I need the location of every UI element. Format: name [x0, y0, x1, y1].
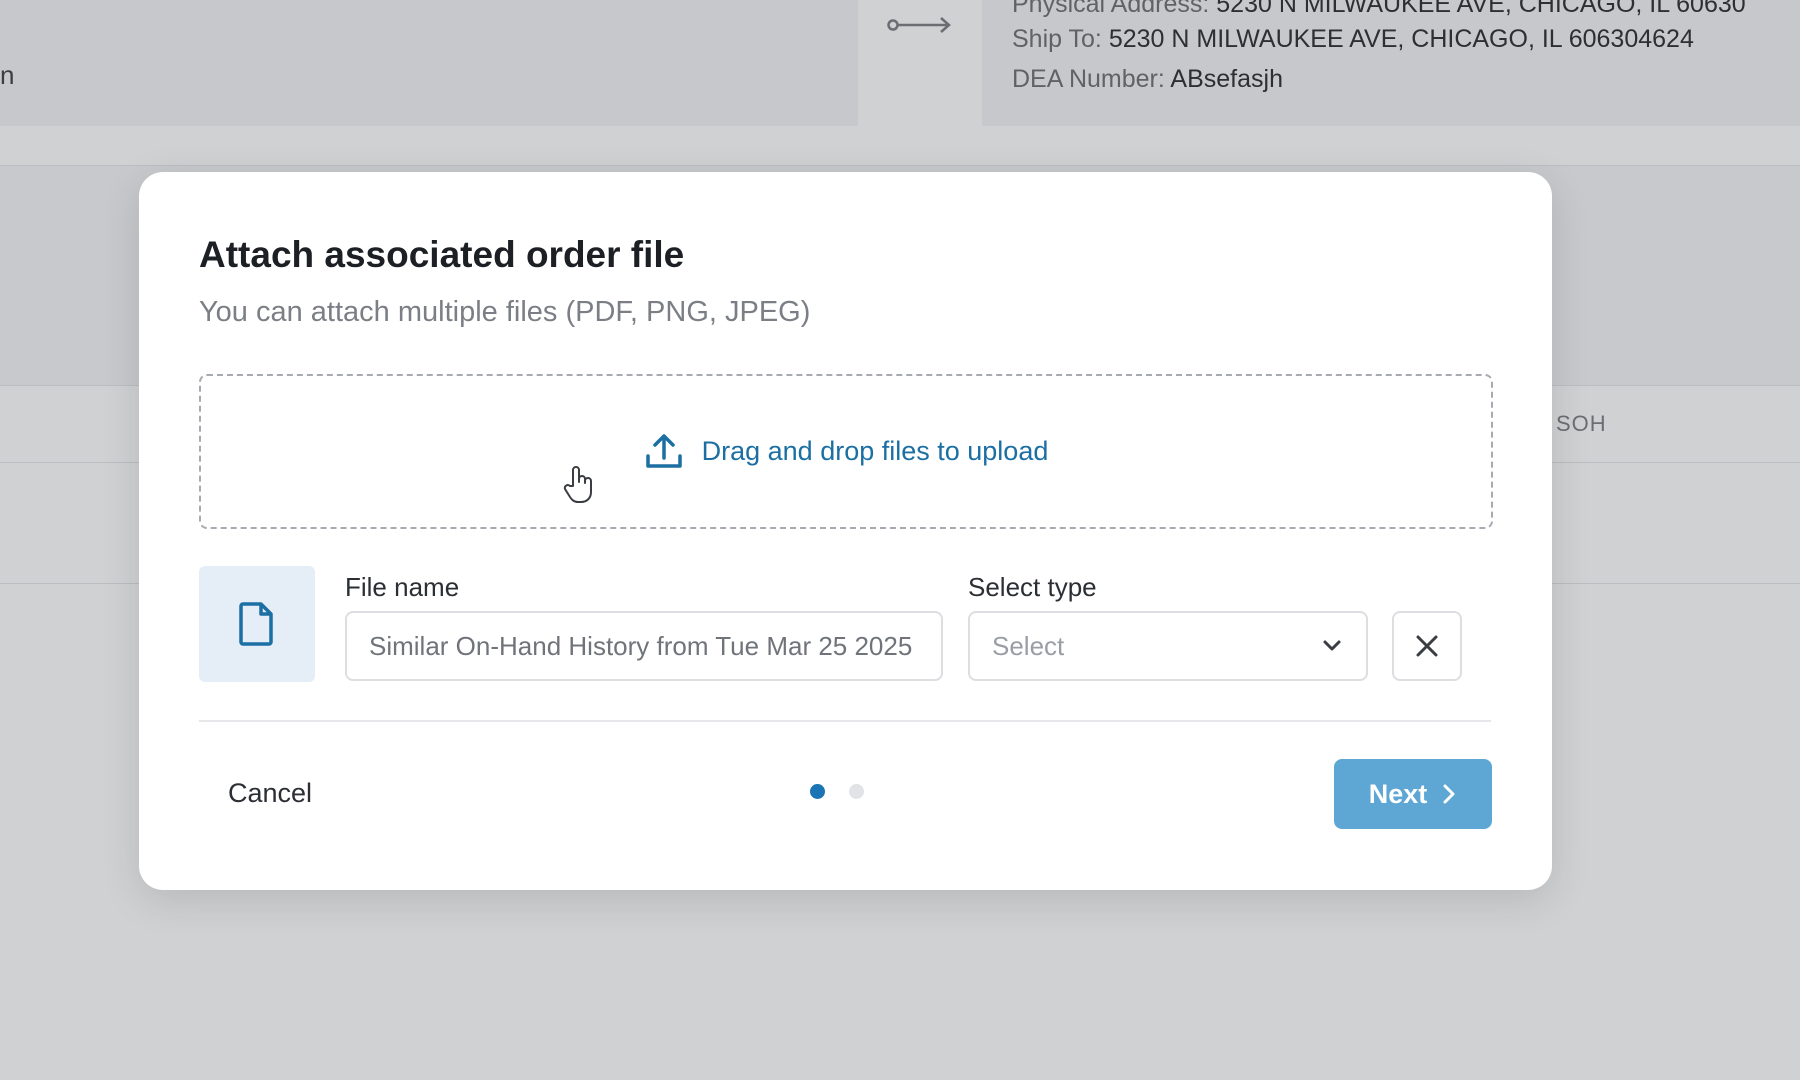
- next-button-label: Next: [1368, 778, 1428, 809]
- physical-address-value: 5230 N MILWAUKEE AVE, CHICAGO, IL 60630: [1216, 0, 1746, 18]
- background-divider: [0, 165, 1800, 166]
- dropzone-label: Drag and drop files to upload: [701, 436, 1049, 466]
- source-panel: n: [0, 0, 858, 126]
- chevron-right-icon: [1443, 784, 1455, 804]
- file-type-select[interactable]: Select: [968, 611, 1368, 681]
- select-type-label: Select type: [968, 572, 1097, 602]
- file-type-placeholder: Select: [992, 630, 1065, 661]
- source-panel-trail-text: n: [0, 60, 15, 90]
- table-header-soh: SOH: [1556, 411, 1607, 436]
- long-arrow-right-icon: [887, 17, 951, 33]
- file-dropzone[interactable]: Drag and drop files to upload: [199, 374, 1493, 529]
- dea-number-label: DEA Number:: [1012, 65, 1165, 93]
- chevron-down-icon: [1323, 640, 1341, 651]
- ship-to-value: 5230 N MILWAUKEE AVE, CHICAGO, IL 606304…: [1108, 25, 1694, 53]
- file-name-input[interactable]: [345, 611, 943, 681]
- next-button[interactable]: Next: [1334, 759, 1492, 829]
- dea-number-value: ABsefasjh: [1170, 65, 1283, 93]
- close-icon: [1416, 635, 1438, 657]
- destination-address-panel: Physical Address: 5230 N MILWAUKEE AVE, …: [982, 0, 1800, 126]
- attach-file-modal: Attach associated order file You can att…: [139, 172, 1552, 890]
- footer-divider: [199, 720, 1491, 722]
- physical-address-label: Physical Address:: [1012, 0, 1210, 18]
- ship-to-line: Ship To: 5230 N MILWAUKEE AVE, CHICAGO, …: [1012, 25, 1694, 54]
- step-dot-2[interactable]: [849, 784, 864, 799]
- step-dot-1[interactable]: [810, 784, 825, 799]
- ship-to-label: Ship To:: [1012, 25, 1102, 53]
- remove-file-button[interactable]: [1392, 611, 1462, 681]
- upload-icon: [645, 433, 682, 468]
- cancel-button[interactable]: Cancel: [228, 778, 312, 809]
- physical-address-line: Physical Address: 5230 N MILWAUKEE AVE, …: [1012, 0, 1746, 19]
- file-name-label: File name: [345, 572, 460, 602]
- modal-title: Attach associated order file: [199, 234, 685, 275]
- modal-subtitle: You can attach multiple files (PDF, PNG,…: [199, 296, 811, 328]
- file-thumbnail: [199, 566, 315, 682]
- hand-cursor-icon: [563, 466, 592, 503]
- dea-number-line: DEA Number: ABsefasjh: [1012, 65, 1283, 94]
- file-icon: [239, 602, 273, 646]
- step-indicator: [810, 784, 864, 799]
